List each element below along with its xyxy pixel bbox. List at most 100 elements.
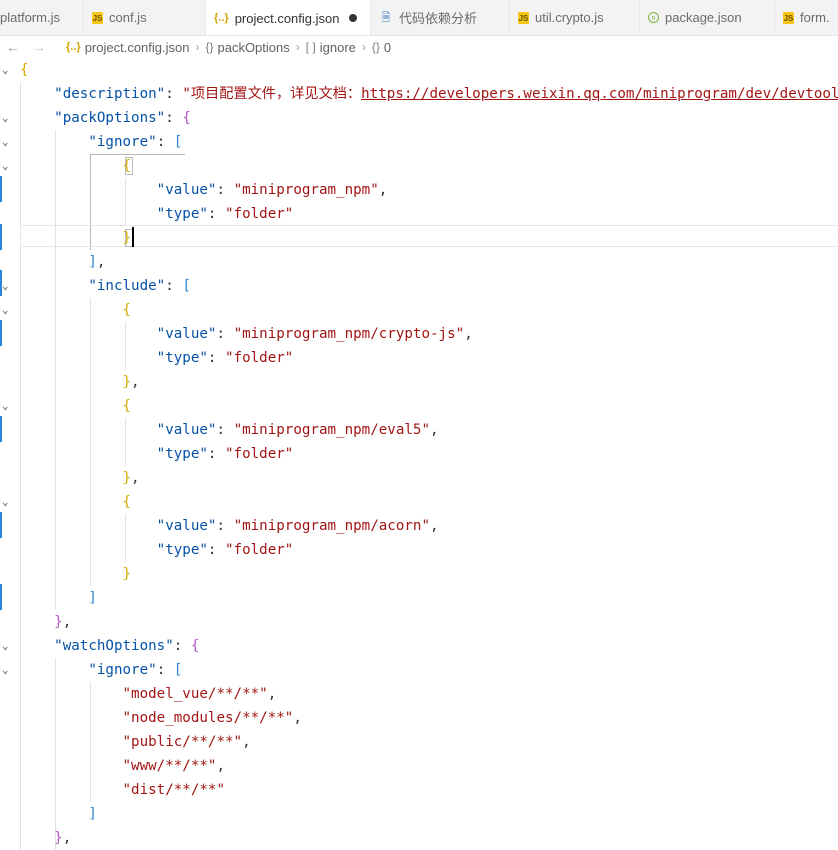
json-key: "value" (156, 518, 217, 534)
json-string: "miniprogram_npm/crypto-js" (233, 326, 465, 342)
code-line: "value": "miniprogram_npm", (156, 182, 388, 198)
json-key: "value" (156, 326, 217, 342)
json-key: "packOptions" (54, 110, 166, 126)
tab-package-json[interactable]: n package.json (640, 0, 775, 35)
code-line: { (122, 398, 132, 414)
json-file-icon: {..} (214, 12, 229, 24)
code-line: } (122, 230, 132, 246)
object-symbol-icon: {} (371, 40, 380, 54)
json-string: "folder" (225, 446, 294, 462)
code-line: { (122, 302, 132, 318)
current-line-highlight (20, 225, 838, 247)
editor-tab-bar: platform.js JS conf.js {..} project.conf… (0, 0, 838, 36)
code-line: "model_vue/**/**", (122, 686, 277, 702)
tab-util-crypto-js[interactable]: JS util.crypto.js (510, 0, 640, 35)
tab-label: 代码依赖分析 (399, 11, 478, 26)
json-file-icon: {..} (66, 41, 81, 53)
json-key: "type" (156, 206, 208, 222)
code-line: "www/**/**", (122, 758, 226, 774)
forward-arrow-icon[interactable]: → (26, 39, 52, 55)
breadcrumb: ← → {..} project.config.json › {} packOp… (0, 36, 838, 58)
json-string: "model_vue/**/**" (122, 686, 268, 702)
json-string: "miniprogram_npm/acorn" (233, 518, 431, 534)
chevron-right-icon: › (195, 40, 200, 54)
code-line: } (122, 566, 132, 582)
brace: { (20, 62, 29, 78)
code-line: ] (88, 806, 97, 822)
breadcrumb-ignore[interactable]: ignore (320, 40, 356, 55)
code-line: "value": "miniprogram_npm/acorn", (156, 518, 439, 534)
code-line: }, (122, 470, 140, 486)
code-line: ] (88, 590, 97, 606)
chevron-right-icon: › (295, 40, 300, 54)
doc-link[interactable]: https://developers.weixin.qq.com/minipro… (361, 86, 838, 102)
code-line: "type": "folder" (156, 542, 294, 558)
json-string: "www/**/**" (122, 758, 217, 774)
code-line: "value": "miniprogram_npm/crypto-js", (156, 326, 473, 342)
code-line: "node_modules/**/**", (122, 710, 302, 726)
code-line: { (122, 494, 132, 510)
code-line: { (122, 158, 132, 174)
js-file-icon: JS (92, 11, 103, 24)
code-line: "watchOptions": { (54, 638, 200, 654)
fold-chevron-icon[interactable]: ⌄ (2, 106, 12, 130)
tab-form-js[interactable]: JS form. (775, 0, 838, 35)
tab-conf-js[interactable]: JS conf.js (84, 0, 206, 35)
modified-line-marker (0, 512, 2, 538)
json-key: "ignore" (88, 662, 157, 678)
breadcrumb-pack-options[interactable]: packOptions (217, 40, 289, 55)
js-file-icon: JS (518, 11, 529, 24)
tab-label: conf.js (109, 10, 147, 25)
json-string: "miniprogram_npm/eval5" (233, 422, 431, 438)
code-line: ], (88, 254, 106, 270)
json-key: "type" (156, 542, 208, 558)
tab-label: platform.js (0, 10, 60, 25)
fold-chevron-icon[interactable]: ⌄ (2, 634, 12, 658)
breadcrumb-file[interactable]: project.config.json (85, 40, 190, 55)
json-string: "miniprogram_npm" (233, 182, 379, 198)
code-line: "ignore": [ (88, 662, 183, 678)
modified-line-marker (0, 224, 2, 250)
tab-dependency-analysis[interactable]: 🗎 代码依赖分析 (371, 0, 510, 35)
object-symbol-icon: {} (205, 40, 214, 54)
modified-line-marker (0, 584, 2, 610)
code-line: "include": [ (88, 278, 191, 294)
code-line: "type": "folder" (156, 446, 294, 462)
json-string: "node_modules/**/**" (122, 710, 294, 726)
json-string: "dist/**/**" (122, 782, 226, 798)
node-package-icon: n (648, 12, 659, 23)
chevron-right-icon: › (361, 40, 366, 54)
json-string: "public/**/**" (122, 734, 243, 750)
json-string: "folder" (225, 206, 294, 222)
code-line: { (20, 58, 29, 82)
json-key: "value" (156, 182, 217, 198)
unsaved-dot-icon[interactable] (349, 14, 358, 22)
tab-platform-js[interactable]: platform.js (0, 0, 84, 35)
fold-chevron-icon[interactable]: ⌄ (2, 154, 12, 178)
code-line: "dist/**/**" (20, 778, 226, 802)
code-line: "type": "folder" (156, 206, 294, 222)
tab-label: form. (800, 10, 830, 25)
fold-chevron-icon[interactable]: ⌄ (2, 274, 12, 298)
code-line: "description": "项目配置文件，详见文档：https://deve… (20, 82, 838, 106)
js-file-icon: JS (783, 11, 794, 24)
json-key: "include" (88, 278, 166, 294)
modified-line-marker (0, 320, 2, 346)
json-key: "type" (156, 446, 208, 462)
code-editor[interactable]: ⌄ ⌄ ⌄ ⌄ ⌄ ⌄ ⌄ ⌄ ⌄ ⌄ { "description": "项目… (0, 58, 838, 850)
breadcrumb-index-0[interactable]: 0 (384, 40, 391, 55)
fold-chevron-icon[interactable]: ⌄ (2, 658, 12, 682)
fold-chevron-icon[interactable]: ⌄ (2, 58, 12, 82)
fold-chevron-icon[interactable]: ⌄ (2, 130, 12, 154)
fold-chevron-icon[interactable]: ⌄ (2, 490, 12, 514)
fold-chevron-icon[interactable]: ⌄ (2, 298, 12, 322)
code-line: "ignore": [ (88, 134, 183, 150)
tab-project-config-json[interactable]: {..} project.config.json (206, 0, 371, 35)
modified-line-marker (0, 176, 2, 202)
back-arrow-icon[interactable]: ← (0, 39, 26, 55)
json-string: "项目配置文件，详见文档： (182, 86, 362, 102)
modified-line-marker (0, 416, 2, 442)
fold-chevron-icon[interactable]: ⌄ (2, 394, 12, 418)
array-symbol-icon: [ ] (305, 40, 316, 54)
tab-label: project.config.json (234, 10, 340, 26)
